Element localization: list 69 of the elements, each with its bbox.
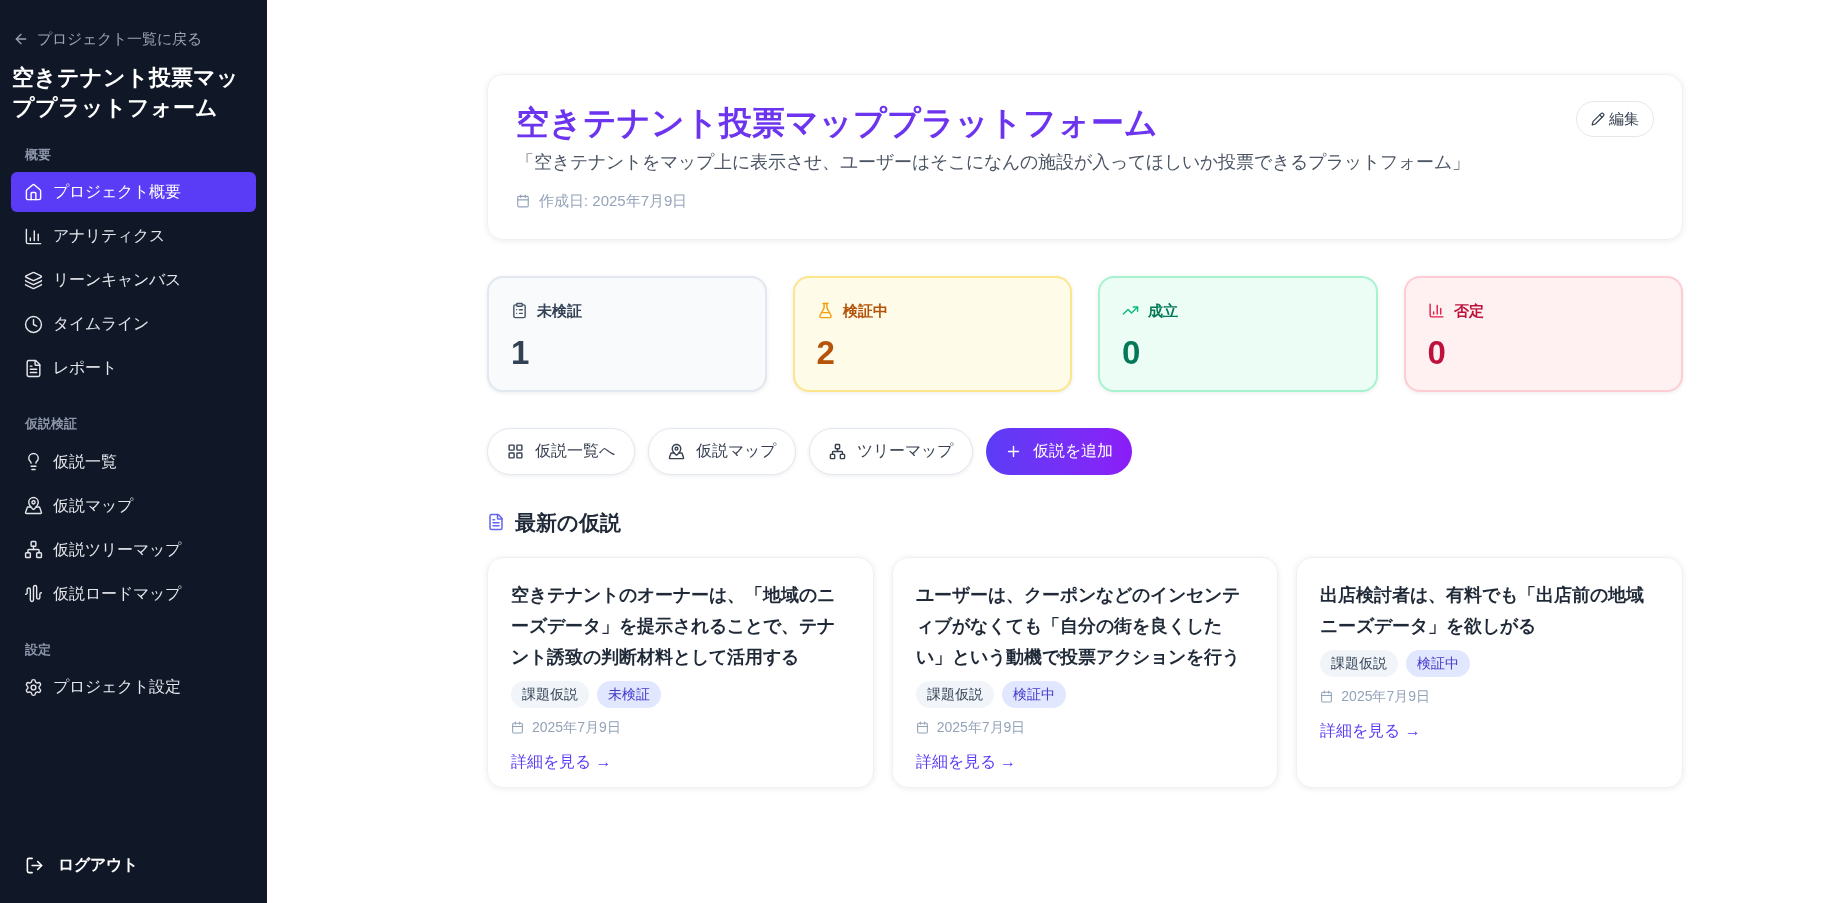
sidebar-item[interactable]: プロジェクト設定 — [11, 667, 256, 707]
sidebar-item[interactable]: リーンキャンバス — [11, 260, 256, 300]
logout-icon — [25, 855, 44, 875]
section-label: 設定 — [24, 640, 52, 659]
house-icon — [24, 182, 43, 202]
stat-label: 検証中 — [842, 300, 888, 321]
stat-label: 未検証 — [537, 300, 582, 321]
bar-chart-icon — [1427, 302, 1445, 320]
tag: 課題仮説 — [1320, 650, 1399, 677]
clipboard-icon — [511, 302, 528, 320]
layers-icon — [24, 270, 43, 290]
settings-icon — [24, 677, 43, 697]
logout-button[interactable]: ログアウト — [11, 853, 256, 877]
calendar-icon — [915, 721, 929, 734]
details-link[interactable]: 詳細を見る → — [1320, 719, 1421, 743]
project-heading: 空きテナント投票マッププラットフォーム — [516, 103, 1158, 143]
hypothesis-date: 2025年7月9日 — [936, 718, 1026, 737]
action-button[interactable]: 仮説マップ — [648, 427, 796, 475]
created-date: 作成日: 2025年7月9日 — [539, 191, 688, 211]
waveform-icon — [24, 584, 43, 603]
pencil-icon — [1591, 112, 1605, 126]
hypothesis-date: 2025年7月9日 — [1341, 687, 1431, 706]
map-pin-icon — [24, 496, 43, 515]
flask-icon — [816, 302, 834, 320]
stat-count: 0 — [1122, 333, 1142, 373]
sidebar-item[interactable]: レポート — [11, 348, 256, 388]
document-icon — [24, 358, 43, 378]
hypothesis-title: 出店検討者は、有料でも「出店前の地域ニーズデータ」を欲しがる — [1320, 584, 1646, 638]
hierarchy-icon — [24, 540, 43, 559]
map-pin-icon — [668, 442, 685, 460]
project-description: 「空きテナントをマップ上に表示させ、ユーザーはそこになんの施設が入ってほしいか投票できるプラットフォーム」 — [516, 151, 1471, 174]
tag: 検証中 — [1001, 681, 1066, 708]
sidebar-item[interactable]: プロジェクト概要 — [11, 172, 256, 212]
details-link[interactable]: 詳細を見る → — [915, 750, 1017, 774]
tag: 検証中 — [1406, 650, 1471, 677]
section-label: 概要 — [23, 145, 52, 164]
calendar-icon — [516, 194, 530, 209]
tag: 課題仮説 — [915, 681, 994, 708]
sidebar-item[interactable]: 仮説ロードマップ — [11, 573, 256, 614]
calendar-icon — [1320, 690, 1334, 703]
section-label: 仮説検証 — [23, 415, 78, 433]
back-link[interactable]: プロジェクト一覧に戻る — [11, 28, 256, 51]
hierarchy-icon — [829, 442, 846, 460]
stat-label: 否定 — [1453, 300, 1484, 321]
action-button[interactable]: 仮説一覧へ — [487, 427, 635, 475]
stat-count: 1 — [511, 333, 531, 373]
hypothesis-title: ユーザーは、クーポンなどのインセンティブがなくても「自分の街を良くしたい」という動機で投票アクションを行う — [915, 584, 1241, 669]
tag: 未検証 — [597, 681, 661, 708]
grid-icon — [507, 442, 524, 460]
details-link[interactable]: 詳細を見る → — [511, 750, 612, 774]
hypothesis-date: 2025年7月9日 — [532, 718, 621, 737]
tag: 課題仮説 — [511, 681, 589, 708]
action-button[interactable]: 仮説を追加 — [986, 427, 1132, 475]
hypothesis-title: 空きテナントのオーナーは、「地域のニーズデータ」を提示されることで、テナント誘致の判断材料として活用する — [511, 584, 836, 669]
sidebar-item[interactable]: 仮説マップ — [11, 485, 256, 526]
calendar-icon — [511, 721, 524, 734]
clock-icon — [24, 314, 43, 334]
stat-count: 0 — [1427, 333, 1447, 373]
action-button[interactable]: ツリーマップ — [809, 427, 973, 475]
section-heading: 最新の仮説 — [515, 509, 621, 536]
bar-chart-icon — [24, 226, 43, 246]
document-icon — [487, 513, 505, 532]
stat-label: 成立 — [1148, 300, 1178, 321]
project-title: 空きテナント投票マッププラットフォーム — [11, 63, 240, 122]
stat-count: 2 — [816, 333, 836, 373]
sidebar-item[interactable]: 仮説ツリーマップ — [11, 529, 256, 570]
sidebar-item[interactable]: 仮説一覧 — [11, 441, 256, 482]
sidebar-item[interactable]: タイムライン — [11, 304, 256, 344]
sidebar-item[interactable]: アナリティクス — [11, 216, 256, 256]
